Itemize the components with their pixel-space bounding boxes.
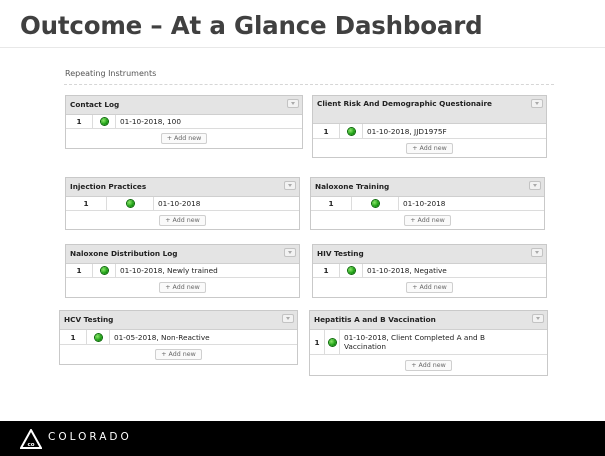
collapse-icon[interactable] [284, 181, 296, 190]
record-row[interactable]: 1 01-10-2018, JJD1975F [313, 124, 546, 139]
panel-header: Injection Practices [66, 178, 299, 197]
add-new-button[interactable]: + Add new [405, 359, 452, 371]
panel-title: Injection Practices [70, 182, 147, 191]
record-row[interactable]: 1 01-05-2018, Non-Reactive [60, 330, 297, 345]
status-icon [352, 197, 399, 210]
panel-title: HIV Testing [317, 249, 364, 258]
record-row[interactable]: 1 01-10-2018 [66, 197, 299, 211]
panel-title: Naloxone Distribution Log [70, 249, 178, 258]
panel-naloxone-training: Naloxone Training 1 01-10-2018 + Add new [310, 177, 545, 230]
collapse-icon[interactable] [531, 248, 543, 257]
collapse-icon[interactable] [529, 181, 541, 190]
collapse-icon[interactable] [282, 314, 294, 323]
panel-title: HCV Testing [64, 315, 114, 324]
status-icon [107, 197, 154, 210]
collapse-icon[interactable] [532, 314, 544, 323]
record-value: 01-10-2018 [403, 199, 446, 208]
status-icon [325, 330, 340, 354]
colorado-logo-icon: co [20, 429, 42, 449]
record-row[interactable]: 1 01-10-2018, Negative [313, 264, 546, 278]
record-number[interactable]: 1 [66, 264, 93, 277]
panel-hiv-testing: HIV Testing 1 01-10-2018, Negative + Add… [312, 244, 547, 298]
panel-header: Hepatitis A and B Vaccination [310, 311, 547, 330]
record-number[interactable]: 1 [66, 115, 93, 128]
add-new-row: + Add new [66, 211, 299, 229]
panel-header: Client Risk And Demographic Questionaire [313, 96, 546, 124]
panel-header: Contact Log [66, 96, 302, 115]
slide-title: Outcome – At a Glance Dashboard [20, 11, 483, 40]
record-row[interactable]: 1 01-10-2018, Newly trained [66, 264, 299, 278]
panel-title: Contact Log [70, 100, 120, 109]
panel-injection-practices: Injection Practices 1 01-10-2018 + Add n… [65, 177, 300, 230]
panel-title: Naloxone Training [315, 182, 390, 191]
record-number[interactable]: 1 [310, 330, 325, 354]
status-icon [340, 124, 363, 138]
record-value: 01-10-2018, JJD1975F [367, 126, 447, 136]
record-value: 01-05-2018, Non-Reactive [114, 332, 210, 342]
title-divider [0, 47, 605, 48]
status-icon [87, 330, 110, 344]
add-new-row: + Add new [66, 278, 299, 297]
add-new-button[interactable]: + Add new [155, 349, 202, 360]
panel-hcv-testing: HCV Testing 1 01-05-2018, Non-Reactive +… [59, 310, 298, 365]
panel-title: Hepatitis A and B Vaccination [314, 315, 436, 324]
record-value: 01-10-2018, Newly trained [120, 266, 218, 275]
section-divider [64, 84, 554, 85]
add-new-button[interactable]: + Add new [160, 133, 208, 144]
record-number[interactable]: 1 [311, 197, 352, 210]
collapse-icon[interactable] [284, 248, 296, 257]
add-new-row: + Add new [60, 345, 297, 364]
collapse-icon[interactable] [287, 99, 299, 108]
record-value: 01-10-2018 [158, 199, 201, 208]
add-new-row: + Add new [310, 355, 547, 375]
add-new-button[interactable]: + Add new [406, 142, 453, 154]
panel-contact-log: Contact Log 1 01-10-2018, 100 + Add new [65, 95, 303, 149]
panel-title: Client Risk And Demographic Questionaire [317, 99, 493, 108]
add-new-button[interactable]: + Add new [404, 214, 451, 226]
record-value: 01-10-2018, 100 [120, 117, 181, 126]
panel-header: HCV Testing [60, 311, 297, 330]
record-number[interactable]: 1 [60, 330, 87, 344]
panel-client-risk: Client Risk And Demographic Questionaire… [312, 95, 547, 158]
add-new-button[interactable]: + Add new [406, 282, 453, 293]
panel-header: Naloxone Distribution Log [66, 245, 299, 264]
record-number[interactable]: 1 [313, 124, 340, 138]
add-new-button[interactable]: + Add new [159, 214, 206, 226]
collapse-icon[interactable] [531, 99, 543, 108]
record-row[interactable]: 1 01-10-2018, 100 [66, 115, 302, 129]
add-new-button[interactable]: + Add new [159, 282, 206, 293]
record-number[interactable]: 1 [66, 197, 107, 210]
add-new-row: + Add new [313, 139, 546, 157]
svg-text:co: co [27, 442, 34, 448]
status-icon [93, 115, 116, 128]
record-row[interactable]: 1 01-10-2018, Client Completed A and B V… [310, 330, 547, 355]
panel-naloxone-distribution: Naloxone Distribution Log 1 01-10-2018, … [65, 244, 300, 298]
footer-brand: COLORADO [48, 431, 132, 443]
record-value: 01-10-2018, Client Completed A and B Vac… [344, 333, 485, 351]
record-value: 01-10-2018, Negative [367, 266, 447, 275]
panel-header: HIV Testing [313, 245, 546, 264]
record-row[interactable]: 1 01-10-2018 [311, 197, 544, 211]
status-icon [93, 264, 116, 277]
record-number[interactable]: 1 [313, 264, 340, 277]
section-label: Repeating Instruments [65, 69, 157, 78]
add-new-row: + Add new [66, 129, 302, 148]
add-new-row: + Add new [311, 211, 544, 229]
add-new-row: + Add new [313, 278, 546, 297]
panel-hepatitis-ab: Hepatitis A and B Vaccination 1 01-10-20… [309, 310, 548, 376]
panel-header: Naloxone Training [311, 178, 544, 197]
status-icon [340, 264, 363, 277]
